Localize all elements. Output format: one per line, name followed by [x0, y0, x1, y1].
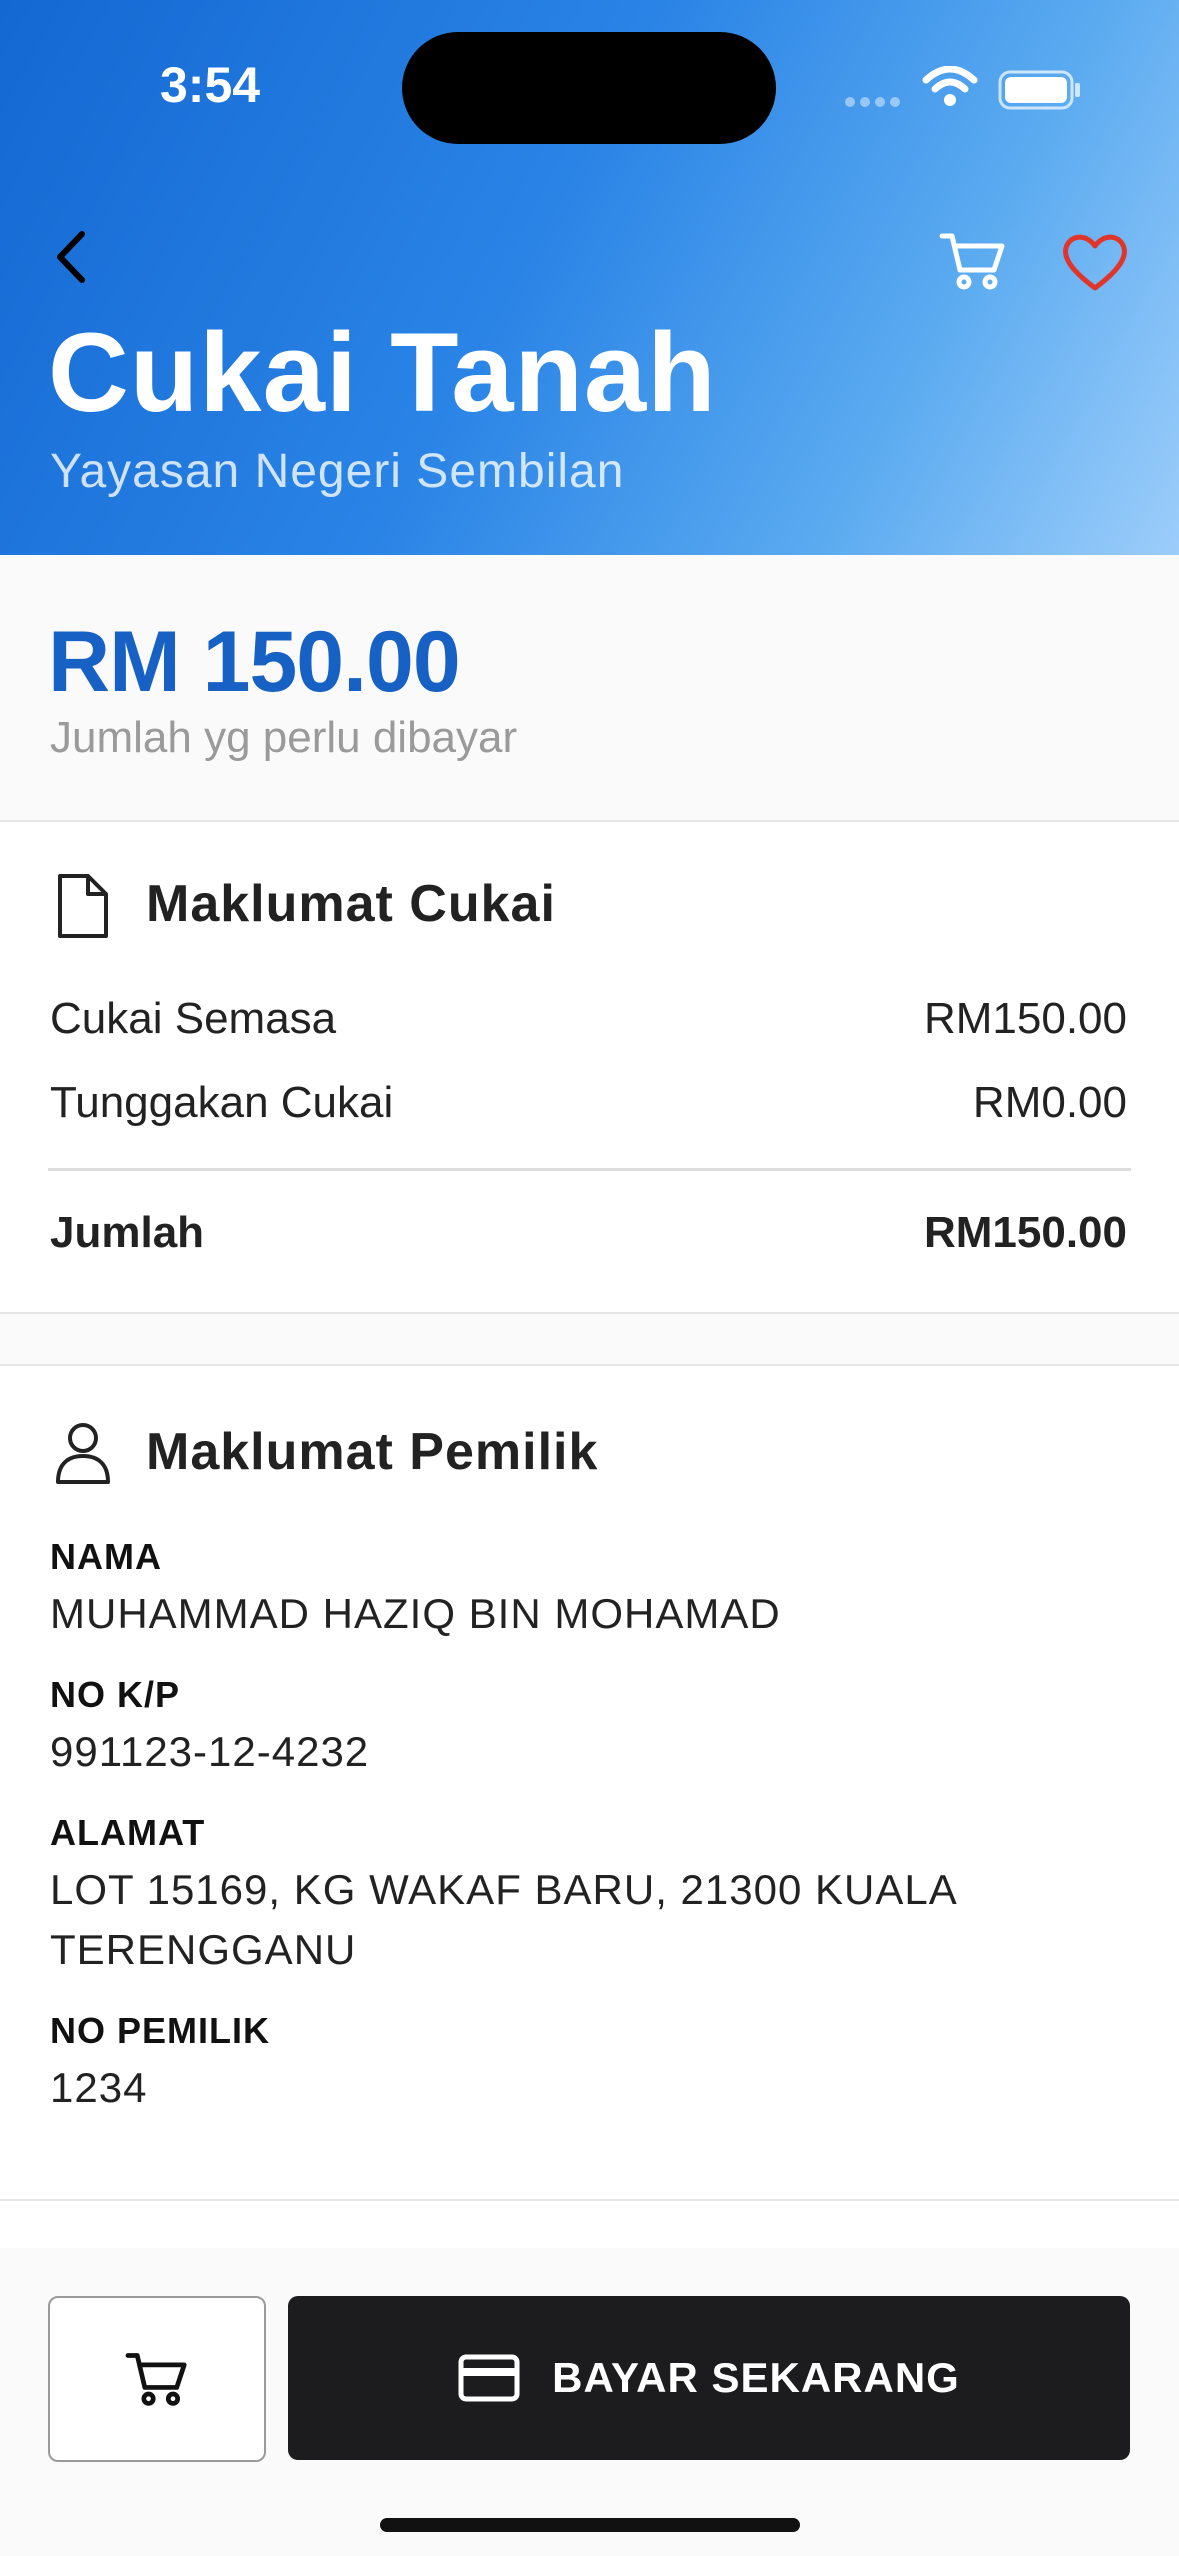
credit-card-icon: [458, 2354, 520, 2402]
pay-now-button[interactable]: BAYAR SEKARANG: [288, 2296, 1130, 2460]
field-label: NAMA: [50, 1536, 162, 1577]
amount-label: Jumlah yg perlu dibayar: [50, 713, 518, 762]
field-value: MUHAMMAD HAZIQ BIN MOHAMAD: [50, 1590, 781, 1637]
add-to-cart-button[interactable]: [48, 2296, 266, 2462]
tax-info-title: Maklumat Cukai: [146, 875, 556, 933]
home-indicator: [380, 2518, 800, 2532]
dynamic-island: [402, 32, 776, 144]
tax-row-label: Tunggakan Cukai: [50, 1078, 394, 1127]
heart-icon[interactable]: [1060, 228, 1130, 294]
bottom-action-bar: BAYAR SEKARANG: [0, 2248, 1179, 2556]
total-value: RM150.00: [923, 1208, 1127, 1257]
tax-info-card: Maklumat Cukai Cukai Semasa RM150.00 Tun…: [0, 822, 1179, 1314]
header: 3:54 Cukai Tanah Yayasan Negeri Sembilan: [0, 0, 1179, 555]
field-label: NO K/P: [50, 1674, 181, 1715]
battery-icon: [998, 70, 1080, 110]
section-gap: [0, 1314, 1179, 1364]
wifi-icon: [922, 66, 978, 106]
amount-summary: RM 150.00 Jumlah yg perlu dibayar: [0, 555, 1179, 822]
tax-row-value: RM0.00: [972, 1078, 1127, 1127]
owner-info-title: Maklumat Pemilik: [146, 1423, 599, 1481]
amount-value: RM 150.00: [48, 614, 461, 710]
field-value: LOT 15169, KG WAKAF BARU, 21300 KUALA TE…: [50, 1866, 956, 1973]
status-time: 3:54: [160, 57, 261, 113]
field-value: 1234: [50, 2064, 148, 2111]
tax-row-value: RM150.00: [923, 994, 1127, 1043]
cellular-signal-icon: [845, 94, 905, 112]
divider: [48, 1168, 1131, 1171]
back-chevron-icon[interactable]: [40, 222, 110, 292]
page-subtitle: Yayasan Negeri Sembilan: [50, 445, 625, 498]
field-label: NO PEMILIK: [50, 2010, 271, 2051]
cart-icon[interactable]: [938, 228, 1008, 294]
total-label: Jumlah: [50, 1208, 205, 1257]
document-icon: [58, 874, 108, 938]
pay-now-label: BAYAR SEKARANG: [552, 2354, 960, 2401]
field-label: ALAMAT: [50, 1812, 206, 1853]
field-value: 991123-12-4232: [50, 1728, 370, 1775]
owner-info-card: Maklumat Pemilik NAMA MUHAMMAD HAZIQ BIN…: [0, 1364, 1179, 2201]
page-title: Cukai Tanah: [48, 310, 717, 435]
cart-icon: [125, 2353, 187, 2406]
tax-row-label: Cukai Semasa: [50, 994, 337, 1043]
user-icon: [56, 1423, 110, 1484]
